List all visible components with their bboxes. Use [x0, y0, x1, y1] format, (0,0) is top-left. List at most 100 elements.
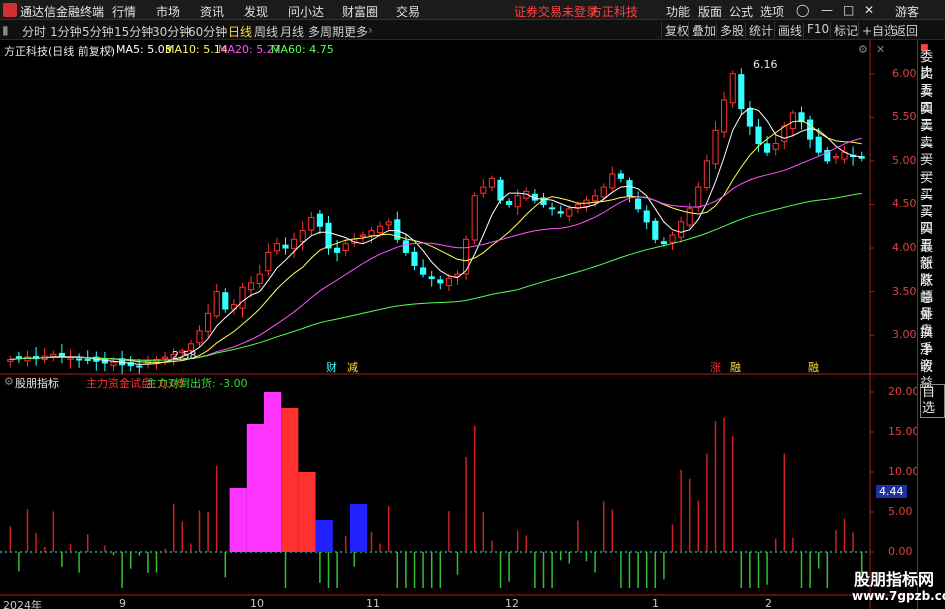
menu-ask[interactable]: 问小达 [288, 3, 324, 20]
tab-30min[interactable]: 30分钟 [152, 23, 191, 40]
candle-body [213, 291, 220, 317]
indicator-gear-icon[interactable]: ⚙ [4, 375, 14, 388]
chart-background [0, 40, 917, 609]
maximize-icon[interactable]: □ [843, 3, 854, 17]
menu-formula[interactable]: 公式 [729, 3, 753, 20]
candle-body [428, 276, 435, 280]
event-marker-margin-2[interactable]: 融 [808, 359, 819, 375]
candle-body [325, 222, 332, 249]
button-draw[interactable]: 画线 [774, 22, 805, 38]
button-f10[interactable]: F10 [803, 22, 832, 38]
main-y-label: 4.50 [892, 197, 917, 211]
watermark-url: www.7gpzb.com [852, 589, 945, 603]
menu-arrow-icon[interactable]: ▮ [2, 23, 9, 37]
capital-bar [229, 488, 247, 552]
tab-more[interactable]: 更多 [344, 23, 368, 40]
capital-bar [350, 504, 368, 552]
low-price-label: 2.58 [172, 349, 197, 362]
indicator-y-label: 15.00 [888, 425, 920, 438]
settings-gear-icon-2[interactable]: ⚙ [858, 43, 868, 56]
candle-body [308, 217, 315, 231]
button-mark[interactable]: 标记 [830, 22, 861, 38]
menu-quotes[interactable]: 行情 [112, 3, 136, 20]
indicator-y-label: 0.00 [888, 545, 913, 558]
menu-trade[interactable]: 交易 [396, 3, 420, 20]
main-y-label: 3.00 [892, 328, 917, 342]
candle-body [359, 234, 366, 237]
menu-layout[interactable]: 版面 [698, 3, 722, 20]
candle-body [162, 356, 169, 360]
capital-bar [246, 424, 264, 552]
candle-body [678, 221, 685, 238]
settings-gear-icon[interactable]: ⚙ [104, 43, 114, 56]
chevron-right-icon[interactable]: › [368, 23, 373, 37]
candle-body [643, 210, 650, 223]
tab-daily[interactable]: 日线 [228, 23, 252, 40]
candle-body [832, 156, 839, 159]
candle-body [721, 99, 728, 133]
candle-body [695, 186, 702, 208]
button-statistics[interactable]: 统计 [745, 22, 776, 38]
candle-body [196, 330, 203, 344]
app-logo-icon [3, 3, 17, 17]
candle-body [256, 273, 263, 284]
legend-ma5: MA5: 5.03 [116, 43, 172, 56]
menu-functions[interactable]: 功能 [666, 3, 690, 20]
candle-body [497, 179, 504, 201]
candle-body [205, 312, 212, 332]
close-icon[interactable]: ✕ [864, 3, 874, 17]
candle-body [609, 173, 616, 189]
candle-body [273, 243, 280, 252]
button-back[interactable]: 返回 [890, 22, 921, 38]
candle-body [703, 160, 710, 189]
menu-wealth-circle[interactable]: 财富圈 [342, 3, 378, 20]
candle-body [669, 234, 676, 243]
button-multi-stock[interactable]: 多股 [716, 22, 747, 38]
candle-body [402, 240, 409, 253]
menu-discover[interactable]: 发现 [244, 3, 268, 20]
main-y-label: 5.00 [892, 153, 917, 167]
tab-weekly[interactable]: 周线 [254, 23, 278, 40]
guest-label[interactable]: 游客 [895, 3, 919, 20]
minimize-icon[interactable]: — [821, 3, 833, 17]
candle-body [480, 186, 487, 194]
stock-chart[interactable] [0, 40, 917, 609]
candle-body [471, 195, 478, 241]
broker-name: 方正科技 [590, 5, 639, 19]
candle-body [437, 279, 444, 284]
menu-market[interactable]: 市场 [156, 3, 180, 20]
tab-intraday[interactable]: 分时 [22, 23, 46, 40]
tab-5min[interactable]: 5分钟 [82, 23, 114, 40]
user-icon[interactable]: ◯ [796, 3, 809, 17]
right-sidebar: ■ 委比 卖五 卖四 卖三 卖二 卖一 买一 买二 买三 买四 买五 最新 涨跌… [917, 40, 945, 609]
candle-body [385, 221, 392, 226]
app-title: 通达信金融终端 [20, 5, 105, 19]
period-toolbar: ▮ 分时 1分钟 5分钟 15分钟 30分钟 60分钟 日线 周线 月线 多周期… [0, 20, 945, 40]
candle-body [506, 200, 513, 205]
candle-body [368, 230, 375, 236]
menu-options[interactable]: 选项 [760, 3, 784, 20]
candle-body [789, 112, 796, 130]
login-notice[interactable]: 证券交易未登录 [514, 3, 598, 20]
tab-monthly[interactable]: 月线 [280, 23, 304, 40]
sidebar-item-watchlist[interactable]: 自选 [920, 384, 945, 418]
candle-body [24, 356, 31, 362]
x-label-dec: 12 [505, 597, 519, 609]
candle-body [299, 230, 306, 242]
tab-multi-period[interactable]: 多周期 [308, 23, 344, 40]
event-marker-margin[interactable]: 融 [730, 359, 741, 375]
tab-60min[interactable]: 60分钟 [188, 23, 227, 40]
capital-bar [264, 392, 282, 552]
event-marker-finance[interactable]: 财 [326, 359, 337, 375]
tab-1min[interactable]: 1分钟 [50, 23, 82, 40]
candle-body [136, 365, 143, 368]
candle-body [557, 211, 564, 214]
menu-news[interactable]: 资讯 [200, 3, 224, 20]
button-overlay[interactable]: 叠加 [688, 22, 719, 38]
event-marker-reduce[interactable]: 减 [347, 359, 358, 375]
event-marker-limit-up[interactable]: 涨 [710, 359, 721, 375]
candle-body [377, 225, 384, 234]
x-label-oct: 10 [250, 597, 264, 609]
close-panel-icon[interactable]: ✕ [876, 43, 885, 56]
tab-15min[interactable]: 15分钟 [114, 23, 153, 40]
